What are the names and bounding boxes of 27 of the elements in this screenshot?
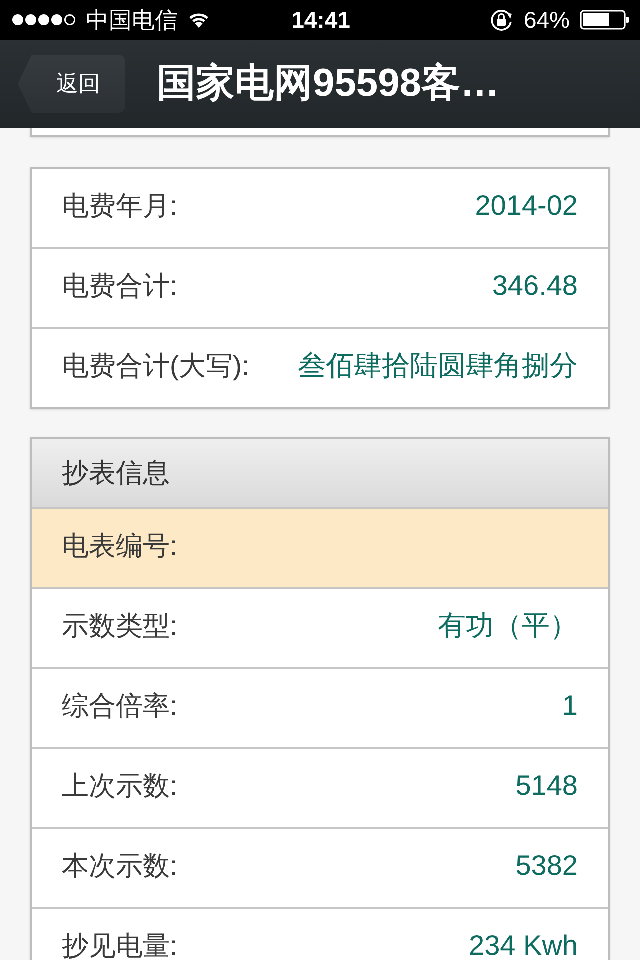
rotation-lock-icon xyxy=(490,9,514,31)
field-label: 电表编号: xyxy=(62,532,178,560)
back-button[interactable]: 返回 xyxy=(18,55,125,113)
carrier-name: 中国电信 xyxy=(86,8,178,32)
field-value: 1 xyxy=(562,692,578,720)
field-value: 叁佰肆拾陆圆肆角捌分 xyxy=(298,352,578,380)
field-label: 本次示数: xyxy=(62,852,178,880)
field-label: 电费合计(大写): xyxy=(62,352,250,380)
wifi-icon xyxy=(188,12,210,28)
field-value: 2014-02 xyxy=(475,192,578,220)
field-value: 5382 xyxy=(516,852,578,880)
field-label: 上次示数: xyxy=(62,772,178,800)
field-label: 抄见电量: xyxy=(62,932,178,960)
signal-strength-icon xyxy=(12,14,76,26)
field-value: 有功（平） xyxy=(438,612,578,640)
battery-icon xyxy=(580,10,630,30)
field-value: 234 Kwh xyxy=(469,932,578,960)
field-label: 电费合计: xyxy=(62,272,178,300)
page-title: 国家电网95598客… xyxy=(157,62,500,106)
field-value: 346.48 xyxy=(492,272,578,300)
field-value: 5148 xyxy=(516,772,578,800)
battery-percent: 64% xyxy=(524,8,570,32)
field-label: 示数类型: xyxy=(62,612,178,640)
field-label: 综合倍率: xyxy=(62,692,178,720)
clock-time: 14:41 xyxy=(292,8,350,32)
field-label: 电费年月: xyxy=(62,192,178,220)
section-header: 抄表信息 xyxy=(32,439,608,507)
